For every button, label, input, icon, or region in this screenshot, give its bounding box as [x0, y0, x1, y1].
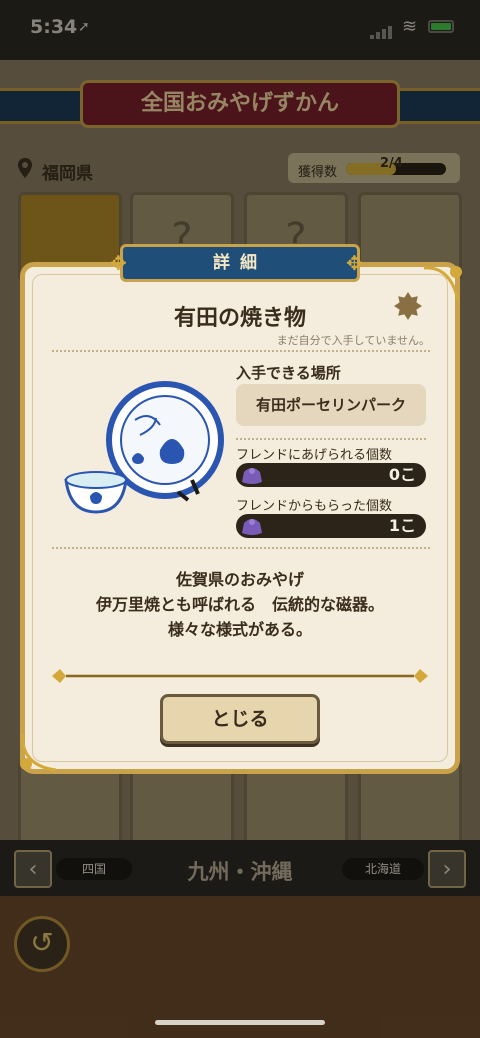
received-count-value: 1こ — [388, 516, 416, 535]
not-owned-badge-icon — [394, 292, 422, 320]
home-indicator[interactable] — [155, 1020, 325, 1025]
divider-dotted — [52, 350, 430, 352]
gift-bag-icon — [242, 519, 262, 535]
description-line: 様々な様式がある。 — [167, 620, 312, 639]
divider-dotted — [52, 547, 430, 549]
corner-ornament-icon — [20, 733, 57, 772]
giveable-count-value: 0こ — [388, 465, 416, 484]
location-heading: 入手できる場所 — [236, 364, 341, 382]
item-name: 有田の焼き物 — [173, 306, 306, 331]
location-value: 有田ポーセリンパーク — [236, 384, 426, 426]
gift-bag-icon — [242, 468, 262, 484]
description-line: 佐賀県のおみやげ — [175, 570, 304, 589]
description-line: 伊万里焼とも呼ばれる 伝統的な磁器。 — [95, 595, 384, 614]
divider-dotted — [236, 438, 426, 440]
giveable-count-label: フレンドにあげられる個数 — [236, 448, 393, 463]
dialog-header: 詳細 — [120, 244, 360, 282]
close-button[interactable]: とじる — [160, 694, 320, 744]
porcelain-image — [64, 381, 224, 514]
ornamental-divider — [52, 669, 428, 683]
header-ornament-left-icon: ✥ — [110, 251, 127, 275]
header-ornament-right-icon: ✥ — [346, 251, 363, 275]
corner-ornament-icon — [423, 266, 462, 301]
received-count-label: フレンドからもらった個数 — [236, 499, 393, 514]
not-owned-note: まだ自分で入手していません。 — [276, 334, 430, 347]
